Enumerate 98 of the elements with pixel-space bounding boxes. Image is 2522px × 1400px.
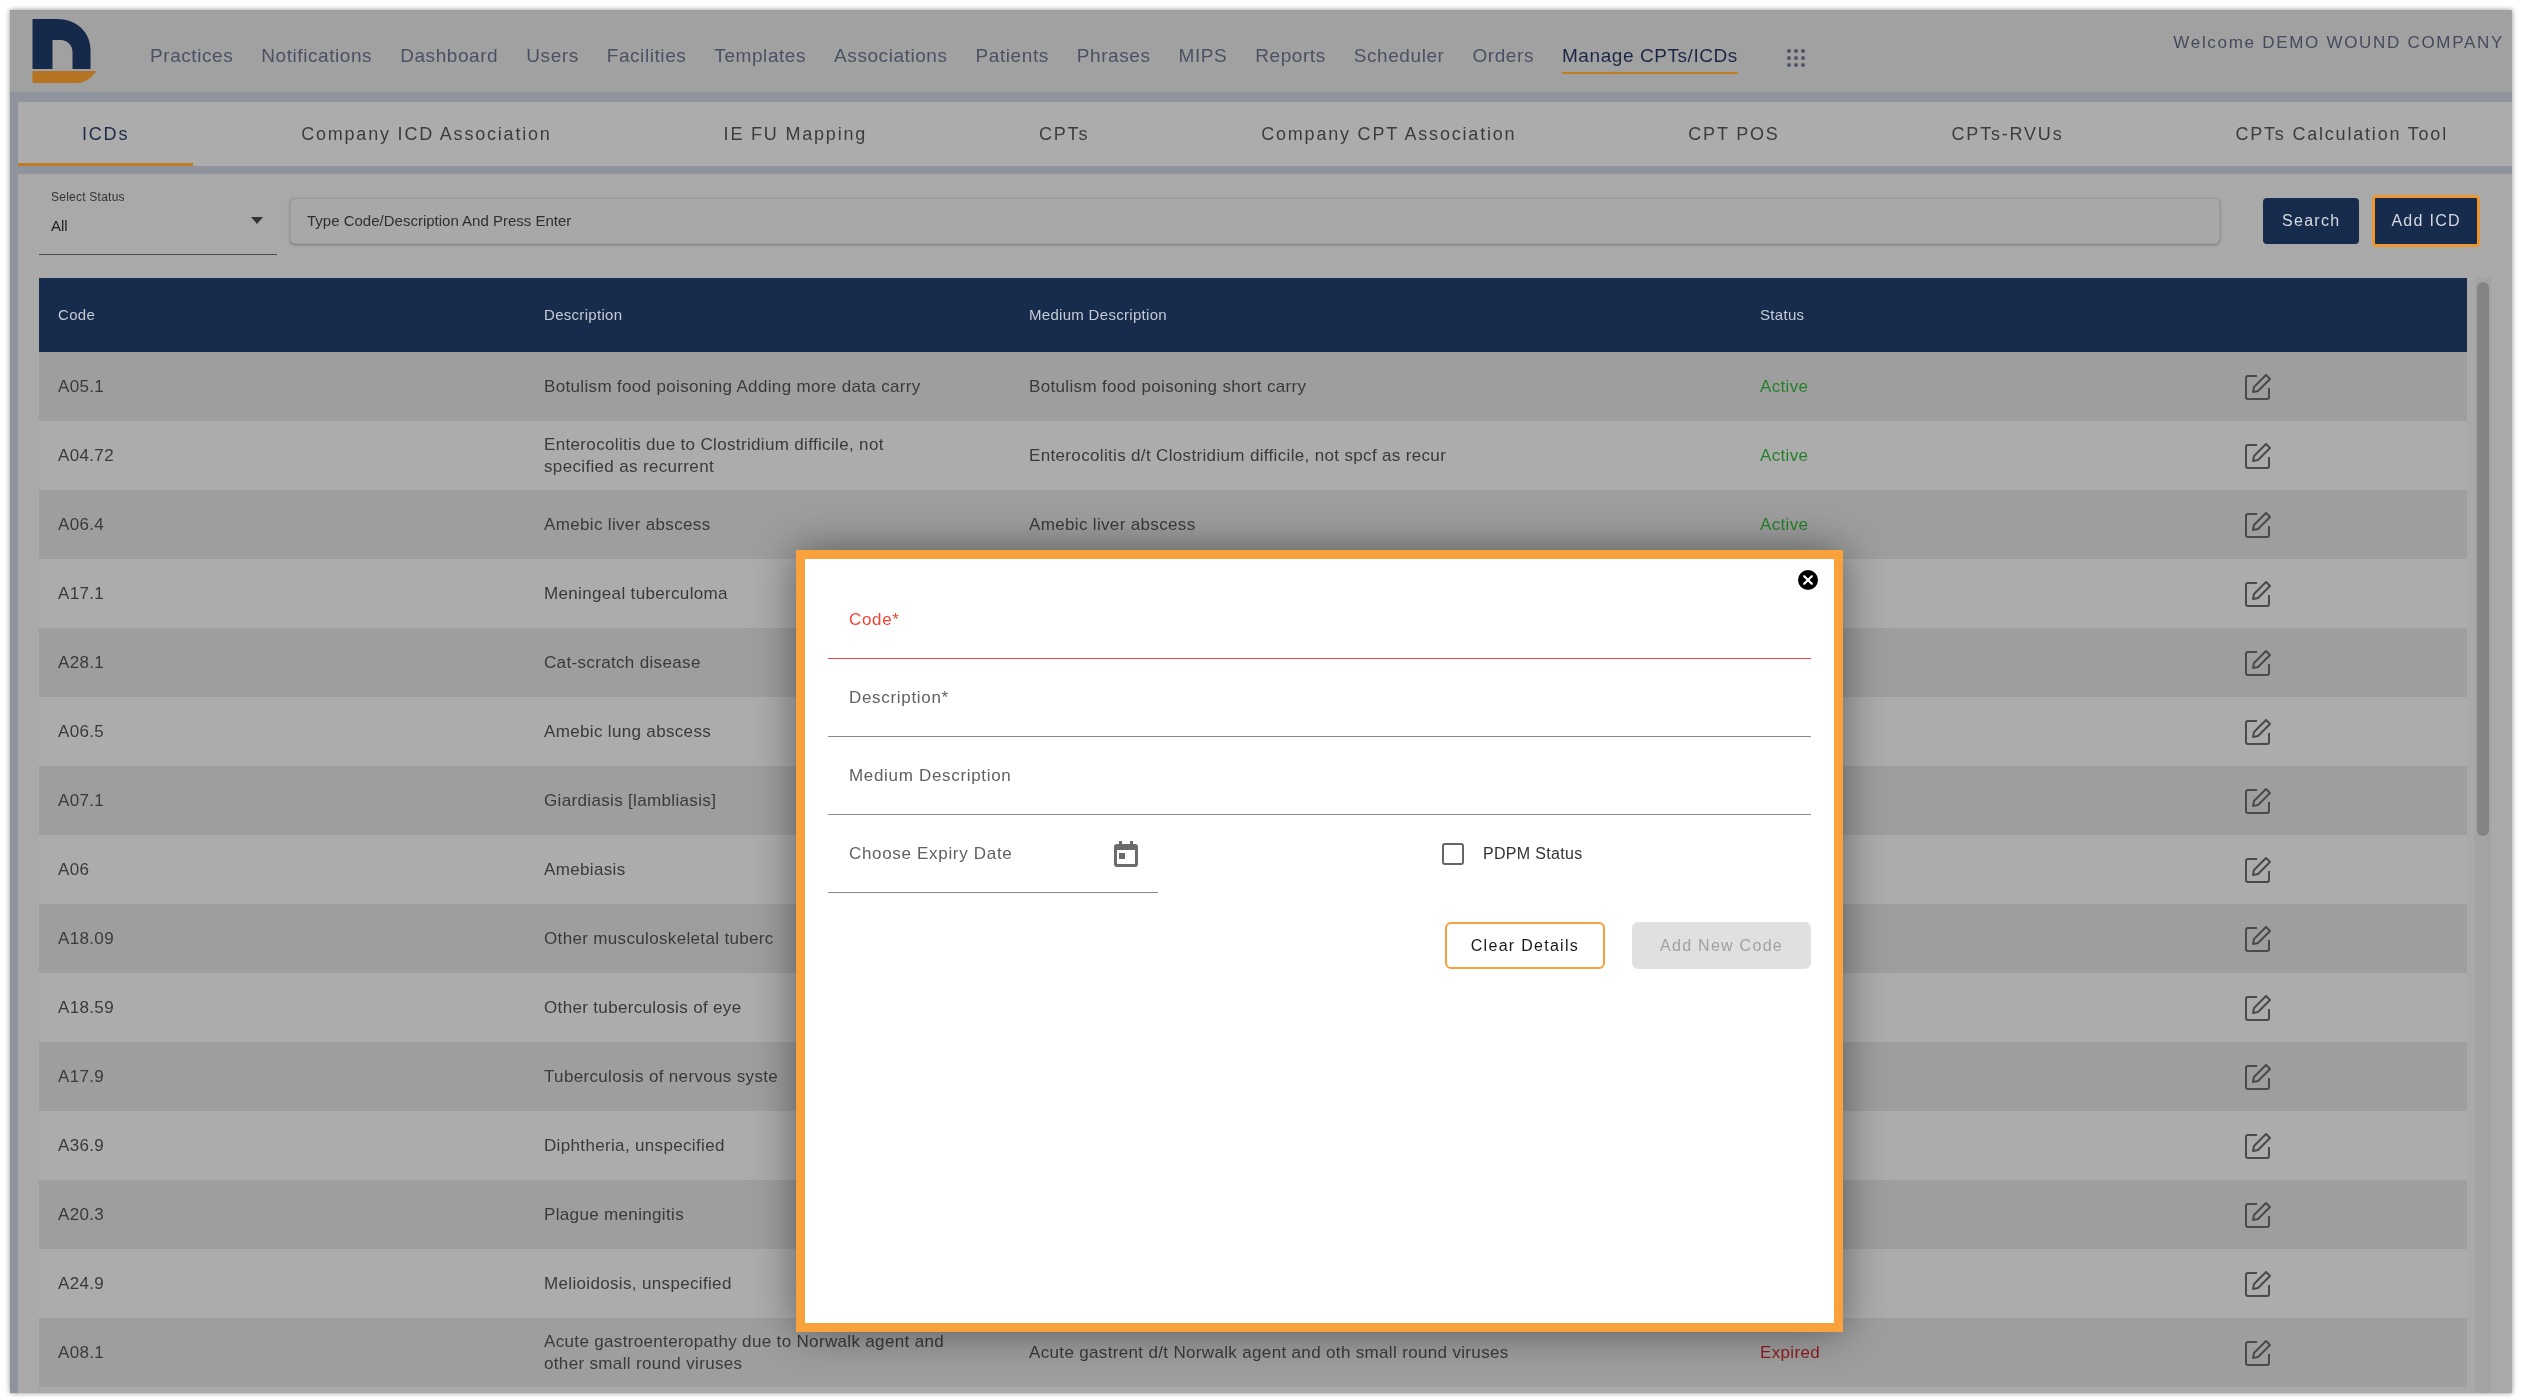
- table-cell: Amebic lung abscess: [544, 720, 712, 743]
- filter-button[interactable]: Search: [2263, 197, 2360, 244]
- text-field[interactable]: Description*: [828, 659, 1811, 737]
- close-icon[interactable]: [1798, 570, 1818, 590]
- edit-icon[interactable]: [2243, 716, 2273, 747]
- table-cell: Botulism food poisoning Adding more data carry: [544, 375, 921, 398]
- table-cell: Amebic liver abscess: [544, 513, 711, 536]
- date-field[interactable]: Choose Expiry Date: [828, 815, 1158, 893]
- table-cell: Amebic liver abscess: [1029, 513, 1196, 536]
- tab[interactable]: ICDs: [18, 102, 194, 166]
- nav-link[interactable]: Facilities: [606, 41, 687, 75]
- column-header: Status: [1760, 304, 1805, 325]
- nav-link[interactable]: Users: [526, 41, 579, 75]
- table-cell: A08.1: [58, 1341, 105, 1364]
- table-cell: Botulism food poisoning short carry: [1029, 375, 1307, 398]
- table-cell-text: Enterocolitis due to Clostridium difficile, not specified as recurrent: [544, 433, 885, 478]
- tab[interactable]: CPT POS: [1624, 102, 1844, 166]
- text-field[interactable]: Medium Description: [828, 737, 1811, 815]
- status-text: Active: [1760, 513, 1809, 536]
- table-cell: A06: [58, 858, 90, 881]
- dialog-button: Add New Code: [1632, 922, 1811, 969]
- nav-link[interactable]: Scheduler: [1353, 41, 1445, 75]
- edit-icon[interactable]: [2243, 578, 2273, 609]
- nav-link[interactable]: Patients: [975, 41, 1049, 75]
- nav-link[interactable]: Phrases: [1076, 41, 1151, 75]
- tab[interactable]: Company CPT Association: [1197, 102, 1581, 166]
- table-cell: A04.72: [58, 444, 114, 467]
- table-cell: Amebiasis: [544, 858, 626, 881]
- edit-icon[interactable]: [2243, 1130, 2273, 1161]
- table-cell: Diphtheria, unspecified: [544, 1134, 725, 1157]
- status-text: Active: [1760, 375, 1809, 398]
- nav-link[interactable]: Notifications: [261, 41, 373, 75]
- table-cell: A18.59: [58, 996, 114, 1019]
- calendar-icon[interactable]: [1114, 840, 1138, 867]
- text-field[interactable]: Code*: [828, 581, 1811, 659]
- table-cell: A17.9: [58, 1065, 105, 1088]
- scrollbar-thumb[interactable]: [2477, 282, 2489, 836]
- edit-icon[interactable]: [2243, 509, 2273, 540]
- table-cell: A07.1: [58, 789, 105, 812]
- nav-link[interactable]: Associations: [834, 41, 948, 75]
- tab[interactable]: Company ICD Association: [237, 102, 616, 166]
- nav-link[interactable]: MIPS: [1178, 41, 1228, 75]
- status-text: Expired: [1760, 1341, 1821, 1364]
- table-cell: A06.5: [58, 720, 105, 743]
- table-cell: A18.09: [58, 927, 114, 950]
- nav-link[interactable]: Practices: [150, 41, 234, 75]
- table-cell: Other tuberculosis of eye: [544, 996, 742, 1019]
- table-cell-text: Acute gastroenteropathy due to Norwalk agent and other small round viruses: [544, 1330, 945, 1375]
- checkbox[interactable]: [1442, 843, 1464, 865]
- table-cell: Tuberculosis of nervous syste: [544, 1065, 779, 1088]
- column-header: Code: [58, 304, 96, 325]
- table-cell: A17.1: [58, 582, 105, 605]
- edit-icon[interactable]: [2243, 785, 2273, 816]
- welcome-text: Welcome DEMO WOUND COMPANY: [2173, 32, 2504, 54]
- status-text: Active: [1760, 444, 1809, 467]
- edit-icon[interactable]: [2243, 1337, 2273, 1368]
- tab[interactable]: CPTs Calculation Tool: [2171, 102, 2512, 166]
- table-cell: Enterocolitis d/t Clostridium difficile, not spcf as recur: [1029, 444, 1447, 467]
- table-cell: Plague meningitis: [544, 1203, 684, 1226]
- tab[interactable]: CPTs-RVUs: [1887, 102, 2128, 166]
- nav-link[interactable]: Templates: [714, 41, 807, 75]
- dots-grid-icon[interactable]: [1785, 48, 1806, 68]
- dialog-button[interactable]: Clear Details: [1444, 922, 1605, 969]
- edit-icon[interactable]: [2243, 854, 2273, 885]
- logo-icon: [32, 19, 97, 83]
- edit-icon[interactable]: [2243, 1199, 2273, 1230]
- caret-icon: [251, 217, 263, 224]
- nav-link[interactable]: Dashboard: [400, 41, 499, 75]
- checkbox-label: PDPM Status: [1483, 844, 1583, 864]
- table-cell: Cat-scratch disease: [544, 651, 701, 674]
- edit-icon[interactable]: [2243, 992, 2273, 1023]
- edit-icon[interactable]: [2243, 371, 2273, 402]
- table-cell: Melioidosis, unspecified: [544, 1272, 732, 1295]
- search-field[interactable]: Type Code/Description And Press Enter: [290, 197, 2220, 244]
- table-cell: A06.4: [58, 513, 105, 536]
- status-select[interactable]: Select Status All: [39, 186, 277, 255]
- tab[interactable]: IE FU Mapping: [659, 102, 932, 166]
- table-cell: Acute gastrent d/t Norwalk agent and oth small round viruses: [1029, 1341, 1509, 1364]
- edit-icon[interactable]: [2243, 1061, 2273, 1092]
- column-header: Description: [544, 304, 623, 325]
- filter-button[interactable]: Add ICD: [2372, 194, 2480, 247]
- table-cell: A20.3: [58, 1203, 105, 1226]
- table-cell: Giardiasis [lambliasis]: [544, 789, 717, 812]
- edit-icon[interactable]: [2243, 647, 2273, 678]
- column-header: Medium Description: [1029, 304, 1167, 325]
- table-cell: A36.9: [58, 1134, 105, 1157]
- tab[interactable]: CPTs: [975, 102, 1154, 166]
- nav-link[interactable]: Manage CPTs/ICDs: [1561, 41, 1738, 75]
- table-cell: A28.1: [58, 651, 105, 674]
- edit-icon[interactable]: [2243, 440, 2273, 471]
- nav-link[interactable]: Reports: [1255, 41, 1326, 75]
- table-cell: A05.1: [58, 375, 105, 398]
- nav-link[interactable]: Orders: [1472, 41, 1534, 75]
- edit-icon[interactable]: [2243, 1268, 2273, 1299]
- edit-icon[interactable]: [2243, 923, 2273, 954]
- table-cell: Meningeal tuberculoma: [544, 582, 728, 605]
- table-cell: Other musculoskeletal tuberc: [544, 927, 774, 950]
- table-cell: A24.9: [58, 1272, 105, 1295]
